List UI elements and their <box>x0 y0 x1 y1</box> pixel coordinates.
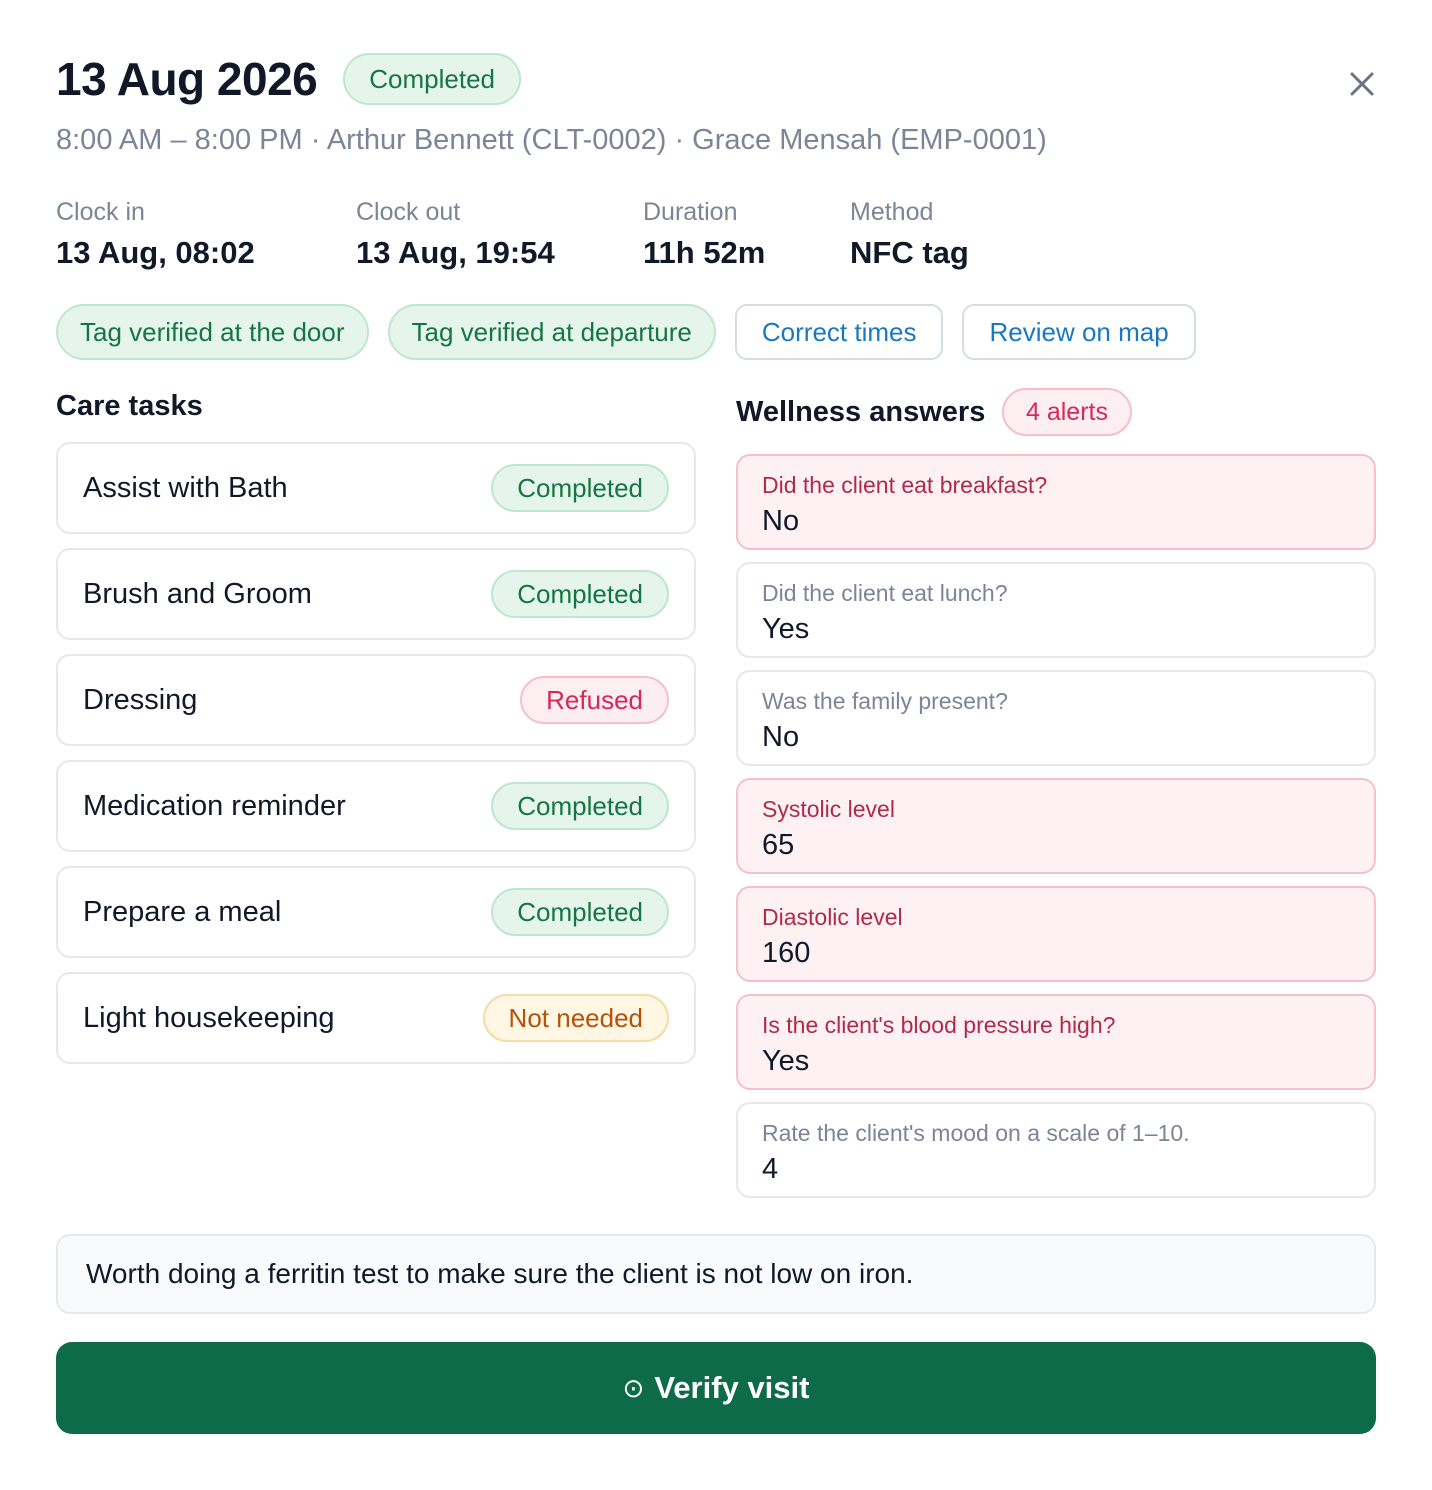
task-item: Medication reminder Completed <box>56 760 696 852</box>
chip-tag-verified-door: Tag verified at the door <box>56 304 369 360</box>
stat-value: NFC tag <box>850 235 969 270</box>
visit-status-badge: Completed <box>343 53 522 105</box>
wellness-answer: Yes <box>762 1045 810 1077</box>
stat-clock-in: Clock in 13 Aug, 08:02 <box>56 198 255 271</box>
close-icon <box>1350 72 1374 96</box>
stat-label: Duration <box>643 198 738 226</box>
stat-clock-out: Clock out 13 Aug, 19:54 <box>356 198 555 271</box>
task-name: Medication reminder <box>83 789 346 822</box>
task-name: Dressing <box>83 683 198 716</box>
visit-subtitle: 8:00 AM – 8:00 PM · Arthur Bennett (CLT-… <box>56 124 1047 156</box>
task-name: Assist with Bath <box>83 471 288 504</box>
wellness-question: Was the family present? <box>762 688 1008 714</box>
visit-header: 13 Aug 2026 Completed <box>56 52 522 106</box>
task-item: Brush and Groom Completed <box>56 548 696 640</box>
wellness-answers-title: Wellness answers <box>736 396 986 428</box>
wellness-answer: 4 <box>762 1153 779 1185</box>
stat-duration: Duration 11h 52m <box>643 198 765 271</box>
wellness-answer-item: Did the client eat lunch? Yes <box>736 562 1376 658</box>
wellness-answer: 160 <box>762 937 811 969</box>
task-status-badge: Not needed <box>482 994 669 1042</box>
alerts-count-badge: 4 alerts <box>1002 388 1132 436</box>
stat-method: Method NFC tag <box>850 198 969 271</box>
close-button[interactable] <box>1340 62 1384 106</box>
chip-tag-verified-departure: Tag verified at departure <box>387 304 716 360</box>
stat-label: Clock in <box>56 198 145 226</box>
correct-times-button[interactable]: Correct times <box>734 304 944 360</box>
wellness-answer-alert: Is the client's blood pressure high? Yes <box>736 994 1376 1090</box>
task-status-badge: Refused <box>520 676 669 724</box>
wellness-question: Diastolic level <box>762 904 903 930</box>
wellness-answer-alert: Diastolic level 160 <box>736 886 1376 982</box>
care-tasks-list: Assist with Bath Completed Brush and Gro… <box>56 442 696 1078</box>
task-item: Prepare a meal Completed <box>56 866 696 958</box>
task-name: Prepare a meal <box>83 895 282 928</box>
task-item: Light housekeeping Not needed <box>56 972 696 1064</box>
task-item: Assist with Bath Completed <box>56 442 696 534</box>
task-status-badge: Completed <box>491 782 669 830</box>
stat-label: Clock out <box>356 198 461 226</box>
task-name: Brush and Groom <box>83 577 312 610</box>
wellness-question: Systolic level <box>762 796 895 822</box>
stat-value: 11h 52m <box>643 235 766 270</box>
verify-visit-button[interactable]: ⊙ Verify visit <box>56 1342 1376 1434</box>
care-tasks-title: Care tasks <box>56 390 203 422</box>
wellness-answer: No <box>762 721 800 753</box>
task-item: Dressing Refused <box>56 654 696 746</box>
wellness-answer: 65 <box>762 829 795 861</box>
verification-actions: Tag verified at the door Tag verified at… <box>56 304 1196 360</box>
stat-label: Method <box>850 198 934 226</box>
task-name: Light housekeeping <box>83 1001 335 1034</box>
wellness-answer-item: Rate the client's mood on a scale of 1–1… <box>736 1102 1376 1198</box>
task-status-badge: Completed <box>491 464 669 512</box>
wellness-answer-alert: Systolic level 65 <box>736 778 1376 874</box>
stat-value: 13 Aug, 19:54 <box>356 235 555 270</box>
wellness-question: Did the client eat lunch? <box>762 580 1008 606</box>
wellness-question: Is the client's blood pressure high? <box>762 1012 1116 1038</box>
wellness-question: Did the client eat breakfast? <box>762 472 1048 498</box>
wellness-answer: No <box>762 505 800 537</box>
visit-date: 13 Aug 2026 <box>56 53 318 105</box>
visit-note: Worth doing a ferritin test to make sure… <box>56 1234 1376 1314</box>
wellness-question: Rate the client's mood on a scale of 1–1… <box>762 1120 1190 1146</box>
task-status-badge: Completed <box>491 888 669 936</box>
stat-value: 13 Aug, 08:02 <box>56 235 255 270</box>
task-status-badge: Completed <box>491 570 669 618</box>
wellness-answers-list: Did the client eat breakfast? No Did the… <box>736 454 1376 1210</box>
wellness-answer-alert: Did the client eat breakfast? No <box>736 454 1376 550</box>
verify-visit-label: Verify visit <box>654 1370 810 1405</box>
review-on-map-button[interactable]: Review on map <box>962 304 1196 360</box>
check-circle-icon: ⊙ <box>622 1372 645 1403</box>
wellness-answer-item: Was the family present? No <box>736 670 1376 766</box>
wellness-answer: Yes <box>762 613 810 645</box>
